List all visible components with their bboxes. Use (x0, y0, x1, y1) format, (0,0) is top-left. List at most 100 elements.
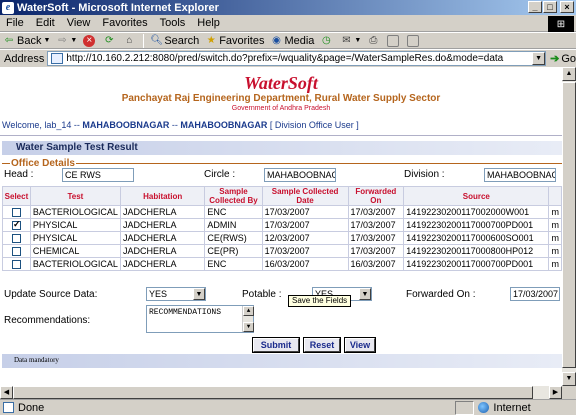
discuss-button[interactable] (404, 34, 424, 47)
view-button[interactable]: View (344, 337, 376, 353)
back-button[interactable]: ⇦ Back ▼ (0, 35, 53, 47)
menu-tools[interactable]: Tools (154, 17, 192, 29)
refresh-button[interactable]: ⟳ (100, 35, 120, 47)
discuss-icon (407, 34, 420, 47)
mail-icon: ✉ (342, 34, 351, 46)
row-forwarded-on: 17/03/2007 (347, 231, 405, 245)
minimize-button[interactable]: _ (528, 1, 542, 13)
maximize-button[interactable]: □ (543, 1, 557, 13)
row-collected-date: 17/03/2007 (261, 218, 349, 232)
scroll-left-icon[interactable]: ◀ (0, 386, 13, 399)
scroll-up-icon[interactable]: ▲ (562, 67, 576, 81)
textarea-scroll-up-icon[interactable]: ▲ (243, 306, 254, 316)
history-button[interactable]: ◷ (317, 35, 337, 47)
stop-icon: × (83, 34, 96, 47)
division-field[interactable]: MAHABOOBNAGAR (484, 168, 556, 182)
submit-tooltip: Save the Fields (288, 295, 352, 307)
welcome-division: MAHABOOBNAGAR (180, 120, 268, 130)
office-details-border (2, 163, 562, 164)
head-label: Head : (4, 169, 34, 180)
table-row: BACTERIOLOGICAL JADCHERLA ENC 17/03/2007 17/… (2, 205, 562, 219)
status-zone: Internet (474, 402, 576, 414)
recommendations-textarea[interactable]: RECOMMENDATIONS ▲ ▼ (146, 305, 254, 333)
forwarded-on-field[interactable]: 17/03/2007 (510, 287, 560, 301)
circle-field[interactable]: MAHABOOBNAGAR (264, 168, 336, 182)
home-icon: ⌂ (126, 34, 133, 46)
address-dropdown-arrow-icon[interactable]: ▼ (532, 52, 546, 65)
edit-button[interactable] (384, 34, 404, 47)
mail-button[interactable]: ✉ ▼ (337, 35, 364, 47)
status-cell (454, 400, 475, 415)
menu-file[interactable]: File (0, 17, 30, 29)
row-select-checkbox[interactable] (11, 234, 21, 244)
menu-bar: File Edit View Favorites Tools Help (0, 15, 576, 32)
row-collected-by: CE(RWS) (204, 231, 263, 245)
potable-dropdown-arrow-icon[interactable]: ▼ (359, 288, 371, 300)
row-source: 14192230200117000700PD001 (403, 257, 550, 271)
status-bar: Done Internet (0, 399, 576, 415)
horizontal-scroll-thumb[interactable] (13, 386, 533, 399)
row-collected-by: ENC (204, 205, 263, 219)
search-button[interactable]: 🔍︎ Search (147, 35, 202, 47)
address-input[interactable]: http://10.160.2.212:8080/pred/switch.do?… (47, 51, 547, 66)
reset-button[interactable]: Reset (303, 337, 341, 353)
print-button[interactable]: ⎙ (364, 35, 384, 47)
favorites-button[interactable]: ★ Favorites (202, 35, 267, 47)
row-select-checkbox[interactable] (11, 208, 21, 218)
row-extra: m (548, 244, 562, 258)
forward-button[interactable]: ⇨ ▼ (53, 35, 80, 47)
recommendations-value: RECOMMENDATIONS (149, 308, 222, 317)
update-source-select[interactable]: YES ▼ (146, 287, 206, 301)
edit-page-icon (387, 34, 400, 47)
circle-label: Circle : (204, 169, 236, 180)
textarea-scrollbar[interactable]: ▲ ▼ (242, 306, 254, 332)
row-select-checkbox[interactable] (11, 247, 21, 257)
row-forwarded-on: 17/03/2007 (347, 205, 405, 219)
table-row: PHYSICAL JADCHERLA CE(RWS) 12/03/2007 17/03/… (2, 231, 562, 245)
footer-bar (2, 354, 562, 368)
home-button[interactable]: ⌂ (120, 35, 140, 47)
go-button[interactable]: ➔ Go (550, 52, 576, 66)
textarea-scroll-down-icon[interactable]: ▼ (243, 322, 254, 332)
media-button[interactable]: ◉ Media (267, 35, 317, 47)
header-divider (0, 135, 562, 136)
submit-button[interactable]: Submit (252, 337, 300, 353)
menu-edit[interactable]: Edit (30, 17, 61, 29)
welcome-line: Welcome, lab_14 -- MAHABOOBNAGAR -- MAHA… (2, 120, 359, 130)
row-select-checkbox[interactable] (11, 260, 21, 270)
potable-label: Potable : (242, 289, 282, 300)
back-arrow-icon: ⇦ (4, 34, 14, 46)
row-collected-by: ENC (204, 257, 263, 271)
welcome-separator: -- (169, 120, 181, 130)
row-select-cell (2, 205, 31, 219)
row-extra: m (548, 218, 562, 232)
scroll-down-icon[interactable]: ▼ (562, 372, 576, 386)
refresh-icon: ⟳ (105, 34, 114, 46)
welcome-district: MAHABOOBNAGAR (82, 120, 170, 130)
scroll-right-icon[interactable]: ▶ (549, 386, 562, 399)
back-label: Back (17, 34, 42, 47)
head-field[interactable]: CE RWS (62, 168, 134, 182)
stop-button[interactable]: × (80, 34, 100, 47)
row-select-cell (2, 257, 31, 271)
close-button[interactable]: × (560, 1, 574, 13)
horizontal-scrollbar[interactable]: ◀ ▶ (0, 386, 562, 399)
page-done-icon (3, 402, 14, 413)
recommendations-label: Recommendations: (4, 315, 91, 326)
row-test: BACTERIOLOGICAL (29, 205, 121, 219)
forwarded-on-label: Forwarded On : (406, 289, 476, 300)
table-row: PHYSICALJADCHERLAADMIN17/03/200717/03/20… (2, 218, 562, 232)
col-test: Test (29, 186, 121, 206)
update-source-dropdown-arrow-icon[interactable]: ▼ (193, 288, 205, 300)
row-select-checkbox[interactable] (11, 220, 21, 231)
menu-help[interactable]: Help (191, 17, 226, 29)
row-habitation: JADCHERLA (119, 218, 206, 232)
window-title-bar: e WaterSoft - Microsoft Internet Explore… (0, 0, 576, 15)
vertical-scrollbar[interactable]: ▲ ▼ (562, 67, 576, 386)
row-extra: m (548, 205, 562, 219)
menu-favorites[interactable]: Favorites (96, 17, 153, 29)
vertical-scroll-thumb[interactable] (562, 82, 576, 368)
address-url: http://10.160.2.212:8080/pred/switch.do?… (66, 53, 504, 64)
menu-view[interactable]: View (61, 17, 97, 29)
row-test: PHYSICAL (29, 231, 121, 245)
